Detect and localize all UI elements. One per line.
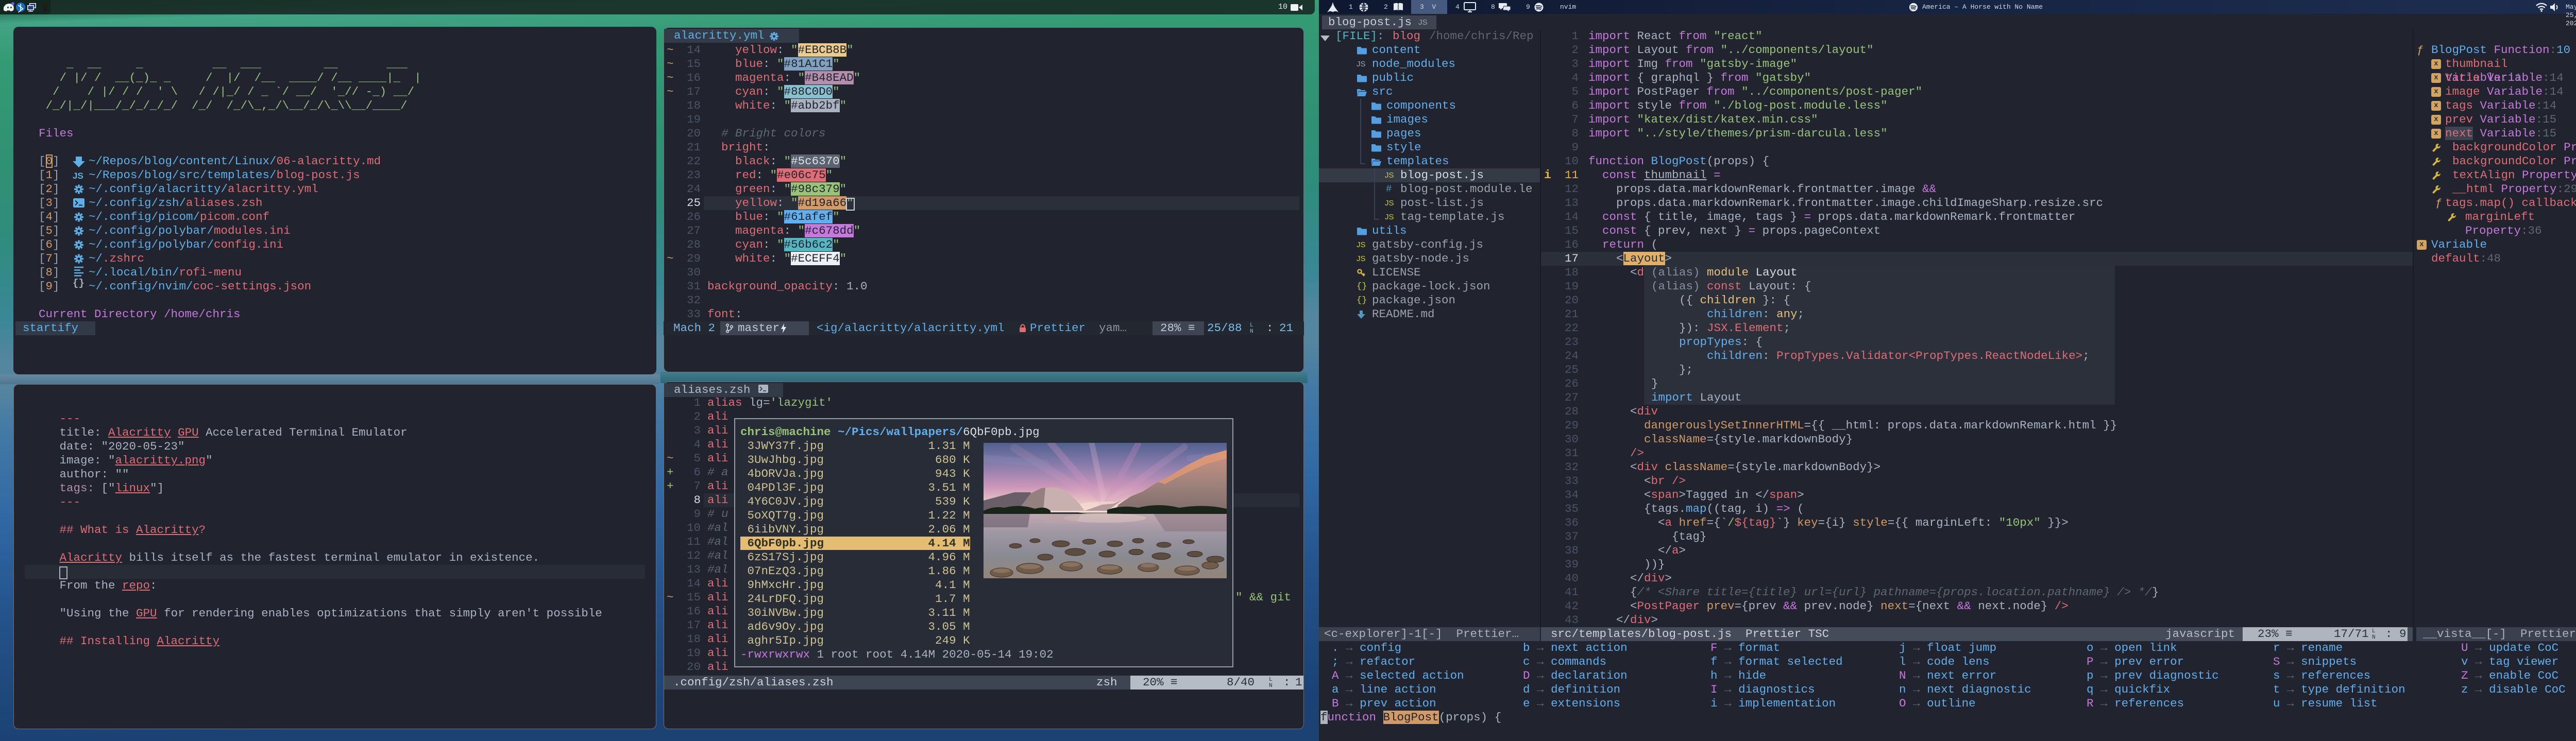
svg-text:{}: {} bbox=[73, 278, 84, 289]
svg-text:JS: JS bbox=[73, 171, 83, 181]
